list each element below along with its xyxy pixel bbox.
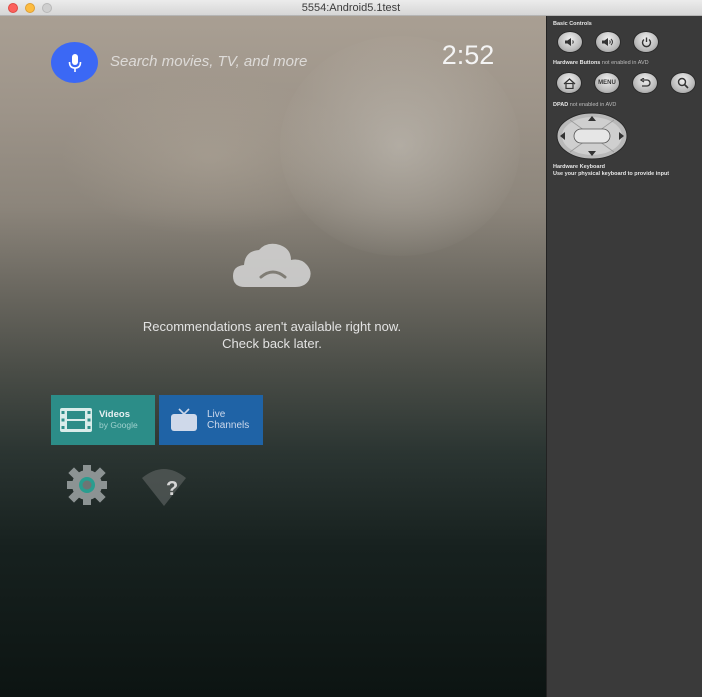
search-button[interactable] [670,72,696,94]
recommendations-line-2: Check back later. [222,336,322,351]
network-unknown-icon[interactable]: ? [140,466,188,513]
hardware-buttons-title: Hardware Buttons [553,60,601,66]
videos-tile-subtitle: by Google [99,420,138,430]
volume-up-icon [602,38,613,46]
menu-button[interactable]: MENU [594,72,620,94]
videos-app-tile[interactable]: Videos by Google [51,395,155,445]
emulator-window: 5554:Android5.1test Search movies, TV, a… [0,0,702,697]
hardware-buttons-label: Hardware Buttons not enabled in AVD [553,60,649,66]
home-button[interactable] [556,72,582,94]
microphone-icon [68,53,81,72]
hardware-keyboard-title: Hardware Keyboard [553,164,605,170]
recommendations-line-1: Recommendations aren't available right n… [142,319,402,334]
back-icon [639,77,651,87]
hardware-buttons-note: not enabled in AVD [601,60,649,66]
sad-cloud-icon [231,241,315,296]
live-tile-subtitle: Channels [207,420,250,431]
back-button[interactable] [632,72,658,94]
live-channels-app-tile[interactable]: Live Channels [159,395,263,445]
svg-text:?: ? [166,478,178,500]
settings-gear-icon[interactable] [60,462,114,513]
tv-icon [167,405,201,435]
clock: 2:52 [441,40,495,70]
basic-controls-label: Basic Controls [553,21,592,27]
search-icon [677,77,689,89]
power-icon [641,37,651,47]
power-button[interactable] [633,31,659,53]
dpad-note: not enabled in AVD [569,102,617,108]
android-tv-screen[interactable]: Search movies, TV, and more 2:52 Recomme… [0,16,546,697]
volume-down-icon [565,38,574,46]
window-title: 5554:Android5.1test [301,2,401,14]
live-tile-title: Live [207,409,226,420]
recommendations-message: Recommendations aren't available right n… [90,318,454,352]
hardware-keyboard-note: Use your physical keyboard to provide in… [553,171,670,177]
dpad-control[interactable] [556,112,628,165]
emulator-controls-panel: Basic Controls Hardware Buttons not enab… [546,16,702,697]
hardware-keyboard-label: Hardware Keyboard Use your physical keyb… [553,164,669,178]
volume-up-button[interactable] [595,31,621,53]
menu-button-label: MENU [598,80,616,86]
dpad-label: DPAD not enabled in AVD [553,102,616,108]
volume-down-button[interactable] [557,31,583,53]
film-icon [59,405,93,435]
title-bar: 5554:Android5.1test [0,0,702,16]
voice-search-button[interactable] [51,42,98,83]
videos-tile-title: Videos [99,409,130,420]
home-icon [563,77,575,89]
search-hint[interactable]: Search movies, TV, and more [110,53,307,70]
dpad-title: DPAD [553,102,569,108]
